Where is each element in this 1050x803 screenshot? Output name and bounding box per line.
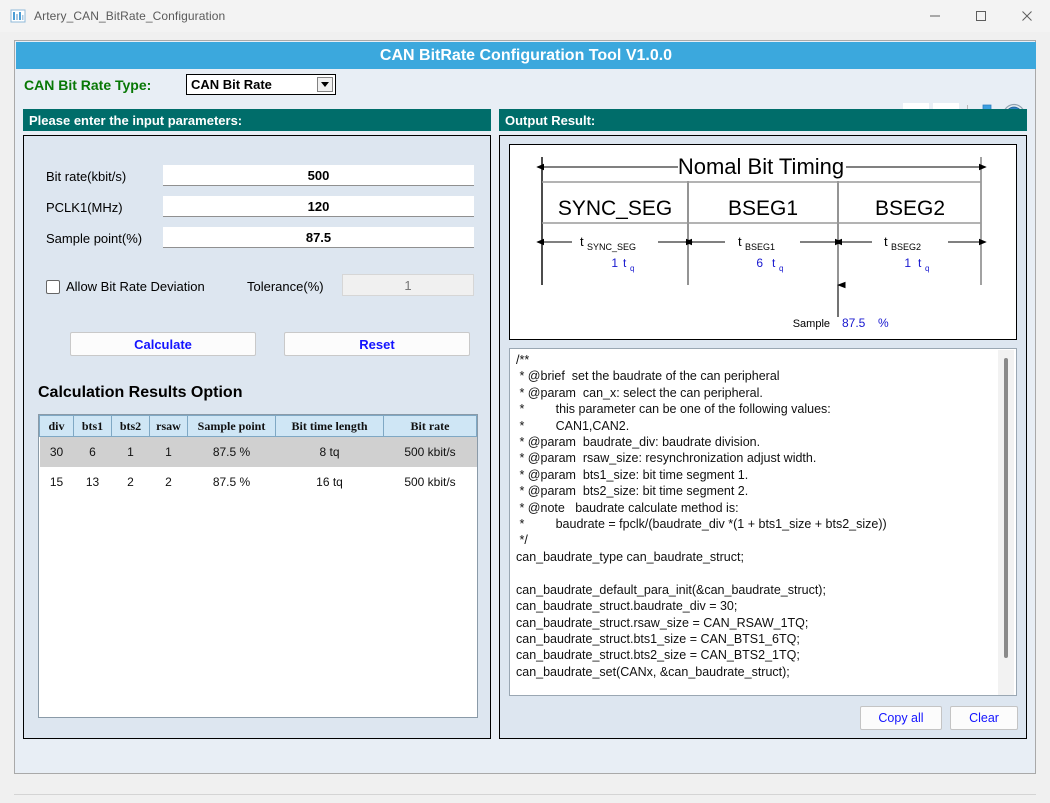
tolerance-input[interactable]: 1 [342,274,474,296]
window-titlebar: Artery_CAN_BitRate_Configuration [0,0,1050,33]
app-header-bar: CAN BitRate Configuration Tool V1.0.0 [16,42,1036,69]
sample-point-input[interactable]: 87.5 [163,227,474,248]
window-title: Artery_CAN_BitRate_Configuration [34,9,226,23]
results-title: Calculation Results Option [38,384,243,401]
client-area: CAN BitRate Configuration Tool V1.0.0 CA… [0,32,1050,803]
segment-tq-value-1: 6 [756,256,763,270]
code-scrollbar-thumb[interactable] [1004,358,1008,658]
cell-bit-rate: 500 kbit/s [383,436,477,467]
segment-time-label-0: t [580,234,584,249]
minimize-icon[interactable] [912,0,958,32]
bitrate-type-label: CAN Bit Rate Type: [24,77,152,93]
bitrate-type-row: CAN Bit Rate Type: CAN Bit Rate EN ZH [16,71,1036,127]
cell-rsaw: 1 [149,436,188,467]
results-table: div bts1 bts2 rsaw Sample point Bit time… [39,415,477,497]
bitrate-type-select[interactable]: CAN Bit Rate [186,74,336,95]
field-label-bitrate: Bit rate(kbit/s) [46,169,127,184]
segment-subscript-1: BSEG1 [745,242,775,252]
segment-tq-value-0: 1 [611,256,618,270]
allow-deviation-label: Allow Bit Rate Deviation [66,279,205,294]
sample-point-unit: % [878,316,889,330]
sample-point-value: 87.5 [842,316,866,330]
segment-tq-value-2: 1 [904,256,911,270]
field-label-sample-point: Sample point(%) [46,231,143,246]
cell-bts1: 13 [73,467,112,497]
tq-symbol-1: t [772,256,776,270]
close-icon[interactable] [1004,0,1050,32]
window-bottom-strip [14,774,1036,795]
cell-rsaw: 2 [149,467,188,497]
tq-subscript-0: q [630,264,634,273]
segment-name-1: BSEG1 [728,197,798,220]
code-scrollbar[interactable] [998,350,1014,695]
cell-bts1: 6 [73,436,112,467]
table-header-row: div bts1 bts2 rsaw Sample point Bit time… [39,415,477,437]
segment-subscript-0: SYNC_SEG [587,242,636,252]
cell-sample-point: 87.5 % [187,436,276,467]
col-rsaw[interactable]: rsaw [149,415,188,437]
allow-deviation-checkbox[interactable]: Allow Bit Rate Deviation [46,279,205,294]
cell-bit-rate: 500 kbit/s [383,467,477,497]
bitrate-input[interactable]: 500 [163,165,474,186]
bitrate-type-selected-value: CAN Bit Rate [191,77,272,92]
cell-sample-point: 87.5 % [187,467,276,497]
copy-all-button[interactable]: Copy all [860,706,942,730]
input-section-title: Please enter the input parameters: [29,112,243,128]
reset-button[interactable]: Reset [284,332,470,356]
table-row[interactable]: 15 13 2 2 87.5 % 16 tq 500 kbit/s [39,467,477,497]
cell-div: 15 [39,467,74,497]
results-grid[interactable]: div bts1 bts2 rsaw Sample point Bit time… [38,414,478,718]
col-sample-point[interactable]: Sample point [187,415,276,437]
tq-symbol-0: t [623,256,627,270]
output-section-header: Output Result: [499,109,1027,131]
sample-label: Sample [793,318,830,330]
bit-timing-diagram: Nomal Bit Timing SYNC_SEG BSEG1 BSEG2 t … [509,144,1017,340]
segment-name-0: SYNC_SEG [558,197,672,220]
diagram-title: Nomal Bit Timing [678,154,844,179]
field-label-pclk1: PCLK1(MHz) [46,200,123,215]
generated-code-box[interactable]: /** * @brief set the baudrate of the can… [509,348,1017,696]
calculate-button[interactable]: Calculate [70,332,256,356]
col-bit-time-length[interactable]: Bit time length [275,415,384,437]
col-bts1[interactable]: bts1 [73,415,112,437]
col-bts2[interactable]: bts2 [111,415,150,437]
app-header-title: CAN BitRate Configuration Tool V1.0.0 [379,46,673,64]
output-section-title: Output Result: [505,112,596,128]
main-frame: CAN BitRate Configuration Tool V1.0.0 CA… [14,40,1036,774]
cell-bts2: 2 [111,467,150,497]
tq-subscript-1: q [779,264,783,273]
bit-timing-svg: Nomal Bit Timing SYNC_SEG BSEG1 BSEG2 t … [536,154,987,330]
input-section-header: Please enter the input parameters: [23,109,491,131]
app-icon [10,8,26,24]
cell-bit-time-length: 8 tq [275,436,384,467]
checkbox-box-icon[interactable] [46,279,60,294]
pclk1-input[interactable]: 120 [163,196,474,217]
output-result-panel: Nomal Bit Timing SYNC_SEG BSEG1 BSEG2 t … [499,135,1027,739]
col-bit-rate[interactable]: Bit rate [383,415,477,437]
table-row[interactable]: 30 6 1 1 87.5 % 8 tq 500 kbit/s [39,436,477,467]
chevron-down-icon[interactable] [317,77,333,92]
generated-code-text: /** * @brief set the baudrate of the can… [516,353,887,679]
tq-symbol-2: t [918,256,922,270]
segment-subscript-2: BSEG2 [891,242,921,252]
input-parameters-panel: Bit rate(kbit/s) 500 PCLK1(MHz) 120 Samp… [23,135,491,739]
segment-time-label-2: t [884,234,888,249]
maximize-icon[interactable] [958,0,1004,32]
segment-time-label-1: t [738,234,742,249]
clear-button[interactable]: Clear [950,706,1018,730]
cell-div: 30 [39,436,74,467]
cell-bts2: 1 [111,436,150,467]
tq-subscript-2: q [925,264,929,273]
col-div[interactable]: div [39,415,74,437]
tolerance-label: Tolerance(%) [247,279,324,294]
application-window: Artery_CAN_BitRate_Configuration CAN Bit… [0,0,1050,803]
cell-bit-time-length: 16 tq [275,467,384,497]
segment-name-2: BSEG2 [875,197,945,220]
